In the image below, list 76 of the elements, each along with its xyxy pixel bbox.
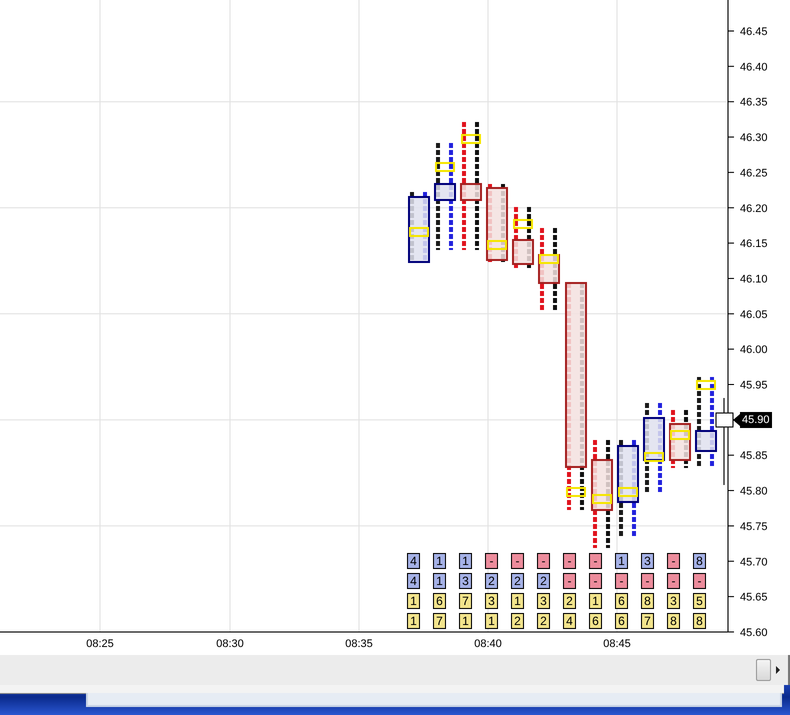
time-axis-label: 08:30 [216, 638, 244, 650]
stat-cell: 2 [511, 613, 524, 629]
stat-cell: 1 [485, 613, 498, 629]
price-axis-label: 45.65 [740, 592, 768, 604]
time-axis-label: 08:35 [345, 638, 373, 650]
stat-cell: - [511, 553, 524, 569]
price-axis-label: 46.35 [740, 96, 768, 109]
stat-cell: 1 [407, 613, 420, 629]
stat-cell: 6 [589, 613, 602, 629]
stat-cell: - [537, 553, 550, 569]
stat-cell: 3 [667, 593, 680, 609]
price-axis-label: 46.00 [740, 344, 768, 356]
stat-cell: - [615, 573, 628, 589]
footprint-candle-drawing [512, 207, 534, 270]
stat-cell: 3 [459, 573, 472, 589]
stat-cell: 8 [693, 613, 706, 629]
price-axis-label: 45.60 [740, 626, 768, 639]
stat-cell: 4 [407, 573, 420, 589]
stat-cell: - [485, 553, 498, 569]
price-axis-label: 46.30 [740, 132, 768, 144]
stat-cell: 2 [511, 573, 524, 589]
stat-cell: 5 [693, 593, 706, 609]
stat-cell: 1 [433, 553, 446, 569]
stat-cell: - [667, 573, 680, 589]
stat-cell: - [563, 553, 576, 569]
horizontal-scrollbar[interactable] [0, 655, 790, 685]
stat-cell: - [589, 573, 602, 589]
stat-cell: 3 [641, 553, 654, 569]
stat-cell: 7 [433, 613, 446, 629]
footprint-candle-drawing [669, 410, 691, 468]
price-axis-label: 45.75 [740, 520, 768, 533]
stat-cell: 8 [641, 593, 654, 609]
stat-cell: 2 [563, 593, 576, 609]
stat-cell: 1 [511, 593, 524, 609]
price-axis-label: 46.10 [740, 273, 768, 286]
stat-cell: 2 [485, 573, 498, 589]
price-axis-label: 45.70 [740, 556, 768, 568]
price-axis-label: 45.80 [740, 486, 768, 498]
price-axis-label: 46.40 [740, 61, 768, 74]
stat-cell: - [693, 573, 706, 589]
stat-cell: 7 [459, 593, 472, 609]
stat-cell: 4 [563, 613, 576, 629]
stat-cell: 2 [537, 573, 550, 589]
stat-cell: 6 [615, 613, 628, 629]
scroll-right-icon[interactable] [776, 666, 780, 674]
stat-cell: 1 [589, 593, 602, 609]
stat-cell: 1 [459, 553, 472, 569]
time-axis-label: 08:40 [474, 638, 502, 650]
price-axis-label: 46.25 [740, 167, 768, 180]
price-axis-label: 45.95 [740, 380, 768, 392]
stat-cell: 6 [433, 593, 446, 609]
price-axis-label: 45.85 [740, 450, 768, 462]
stat-cell: - [563, 573, 576, 589]
stat-cell: 8 [667, 613, 680, 629]
stat-cell: 1 [407, 593, 420, 609]
stat-cell: 8 [693, 553, 706, 569]
price-axis-label: 46.15 [740, 238, 768, 250]
stat-cell: 2 [537, 613, 550, 629]
stat-cell: - [641, 573, 654, 589]
stat-cell: - [589, 553, 602, 569]
stat-cell: 1 [459, 613, 472, 629]
stat-cell: 3 [537, 593, 550, 609]
scrollbar-thumb[interactable] [756, 659, 771, 681]
stat-cell: 1 [615, 553, 628, 569]
stat-cell: 1 [433, 573, 446, 589]
stat-cell: 3 [485, 593, 498, 609]
current-price-tag: 45.90 [740, 412, 772, 428]
stat-cell: 7 [641, 613, 654, 629]
time-axis-label: 08:45 [603, 638, 631, 650]
price-axis-label: 46.20 [740, 202, 768, 215]
stat-cell: 6 [615, 593, 628, 609]
stat-cell: 4 [407, 553, 420, 569]
price-axis-label: 46.45 [740, 26, 768, 38]
time-axis-label: 08:25 [86, 638, 114, 650]
stat-cell: - [667, 553, 680, 569]
price-axis-label: 46.05 [740, 308, 768, 321]
